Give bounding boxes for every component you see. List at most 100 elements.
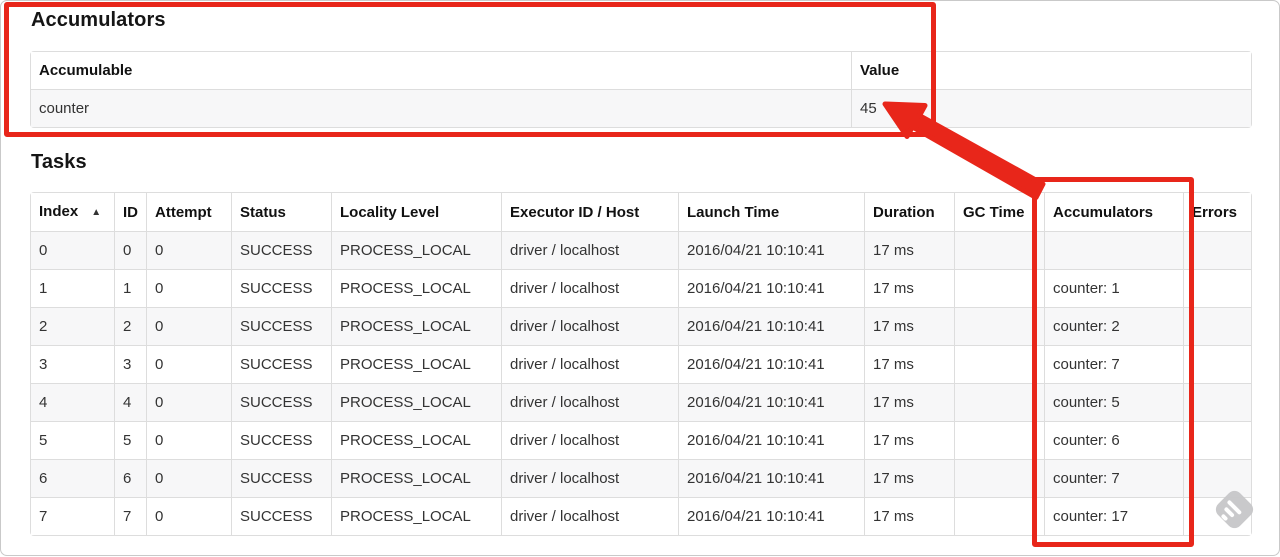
table-row: counter 45: [31, 89, 1251, 127]
cell-status: SUCCESS: [231, 345, 331, 383]
cell-attempt: 0: [146, 345, 231, 383]
cell-executor-id-host: driver / localhost: [501, 269, 678, 307]
cell-status: SUCCESS: [231, 307, 331, 345]
cell-accumulators: counter: 17: [1044, 497, 1183, 535]
column-header-accumulators[interactable]: Accumulators: [1044, 193, 1183, 231]
cell-errors: [1183, 383, 1251, 421]
column-header-accumulable: Accumulable: [31, 52, 851, 89]
cell-errors: [1183, 231, 1251, 269]
cell-locality-level: PROCESS_LOCAL: [331, 231, 501, 269]
cell-executor-id-host: driver / localhost: [501, 497, 678, 535]
cell-status: SUCCESS: [231, 421, 331, 459]
cell-locality-level: PROCESS_LOCAL: [331, 269, 501, 307]
cell-locality-level: PROCESS_LOCAL: [331, 383, 501, 421]
cell-index: 6: [31, 459, 114, 497]
cell-gc-time: [954, 421, 1044, 459]
cell-accumulators: [1044, 231, 1183, 269]
cell-launch-time: 2016/04/21 10:10:41: [678, 459, 864, 497]
accumulators-table: Accumulable Value counter 45: [30, 51, 1252, 128]
cell-executor-id-host: driver / localhost: [501, 421, 678, 459]
cell-duration: 17 ms: [864, 307, 954, 345]
cell-executor-id-host: driver / localhost: [501, 231, 678, 269]
cell-accumulators: counter: 2: [1044, 307, 1183, 345]
column-header-locality-level[interactable]: Locality Level: [331, 193, 501, 231]
cell-launch-time: 2016/04/21 10:10:41: [678, 345, 864, 383]
cell-status: SUCCESS: [231, 231, 331, 269]
cell-executor-id-host: driver / localhost: [501, 307, 678, 345]
table-row: 4 4 0 SUCCESS PROCESS_LOCAL driver / localhos…: [31, 383, 1251, 421]
column-header-executor-id-host[interactable]: Executor ID / Host: [501, 193, 678, 231]
cell-id: 1: [114, 269, 146, 307]
cell-locality-level: PROCESS_LOCAL: [331, 421, 501, 459]
cell-gc-time: [954, 497, 1044, 535]
cell-accumulators: counter: 5: [1044, 383, 1183, 421]
cell-id: 6: [114, 459, 146, 497]
cell-gc-time: [954, 269, 1044, 307]
cell-attempt: 0: [146, 459, 231, 497]
cell-index: 3: [31, 345, 114, 383]
header-row: Accumulable Value: [31, 52, 1251, 89]
cell-index: 7: [31, 497, 114, 535]
cell-accumulators: counter: 1: [1044, 269, 1183, 307]
sort-ascending-icon: ▲: [91, 207, 102, 218]
cell-executor-id-host: driver / localhost: [501, 345, 678, 383]
column-header-id[interactable]: ID: [114, 193, 146, 231]
table-row: 1 1 0 SUCCESS PROCESS_LOCAL driver / localhos…: [31, 269, 1251, 307]
cell-launch-time: 2016/04/21 10:10:41: [678, 383, 864, 421]
tasks-section-title: Tasks: [31, 151, 87, 173]
column-header-duration[interactable]: Duration: [864, 193, 954, 231]
cell-status: SUCCESS: [231, 269, 331, 307]
cell-accumulators: counter: 7: [1044, 459, 1183, 497]
cell-attempt: 0: [146, 421, 231, 459]
column-header-errors[interactable]: Errors: [1183, 193, 1251, 231]
cell-executor-id-host: driver / localhost: [501, 459, 678, 497]
column-header-status[interactable]: Status: [231, 193, 331, 231]
cell-launch-time: 2016/04/21 10:10:41: [678, 307, 864, 345]
column-header-gc-time[interactable]: GC Time: [954, 193, 1044, 231]
column-header-index[interactable]: Index ▲: [31, 193, 114, 231]
feedly-watermark-icon: [1212, 487, 1257, 532]
cell-attempt: 0: [146, 231, 231, 269]
column-header-launch-time[interactable]: Launch Time: [678, 193, 864, 231]
cell-duration: 17 ms: [864, 459, 954, 497]
cell-attempt: 0: [146, 307, 231, 345]
cell-gc-time: [954, 231, 1044, 269]
column-header-value: Value: [851, 52, 1251, 89]
accumulators-section-title: Accumulators: [31, 9, 166, 31]
table-row: 0 0 0 SUCCESS PROCESS_LOCAL driver / localhos…: [31, 231, 1251, 269]
cell-gc-time: [954, 345, 1044, 383]
cell-duration: 17 ms: [864, 231, 954, 269]
cell-attempt: 0: [146, 383, 231, 421]
cell-gc-time: [954, 459, 1044, 497]
cell-status: SUCCESS: [231, 497, 331, 535]
cell-status: SUCCESS: [231, 383, 331, 421]
cell-launch-time: 2016/04/21 10:10:41: [678, 421, 864, 459]
cell-accumulators: counter: 6: [1044, 421, 1183, 459]
cell-index: 0: [31, 231, 114, 269]
cell-errors: [1183, 269, 1251, 307]
cell-locality-level: PROCESS_LOCAL: [331, 345, 501, 383]
cell-executor-id-host: driver / localhost: [501, 383, 678, 421]
cell-attempt: 0: [146, 269, 231, 307]
header-row: Index ▲ ID Attempt Status Locality Level Execu…: [31, 193, 1251, 231]
cell-id: 3: [114, 345, 146, 383]
cell-id: 0: [114, 231, 146, 269]
cell-index: 4: [31, 383, 114, 421]
table-row: 7 7 0 SUCCESS PROCESS_LOCAL driver / localhos…: [31, 497, 1251, 535]
tasks-table: Index ▲ ID Attempt Status Locality Level Execu…: [30, 192, 1252, 536]
cell-id: 4: [114, 383, 146, 421]
column-header-attempt[interactable]: Attempt: [146, 193, 231, 231]
cell-duration: 17 ms: [864, 269, 954, 307]
cell-status: SUCCESS: [231, 459, 331, 497]
cell-locality-level: PROCESS_LOCAL: [331, 497, 501, 535]
cell-index: 1: [31, 269, 114, 307]
cell-errors: [1183, 345, 1251, 383]
cell-duration: 17 ms: [864, 421, 954, 459]
table-row: 3 3 0 SUCCESS PROCESS_LOCAL driver / localhos…: [31, 345, 1251, 383]
cell-launch-time: 2016/04/21 10:10:41: [678, 269, 864, 307]
cell-errors: [1183, 307, 1251, 345]
table-row: 2 2 0 SUCCESS PROCESS_LOCAL driver / localhos…: [31, 307, 1251, 345]
cell-accumulators: counter: 7: [1044, 345, 1183, 383]
cell-locality-level: PROCESS_LOCAL: [331, 307, 501, 345]
cell-index: 2: [31, 307, 114, 345]
